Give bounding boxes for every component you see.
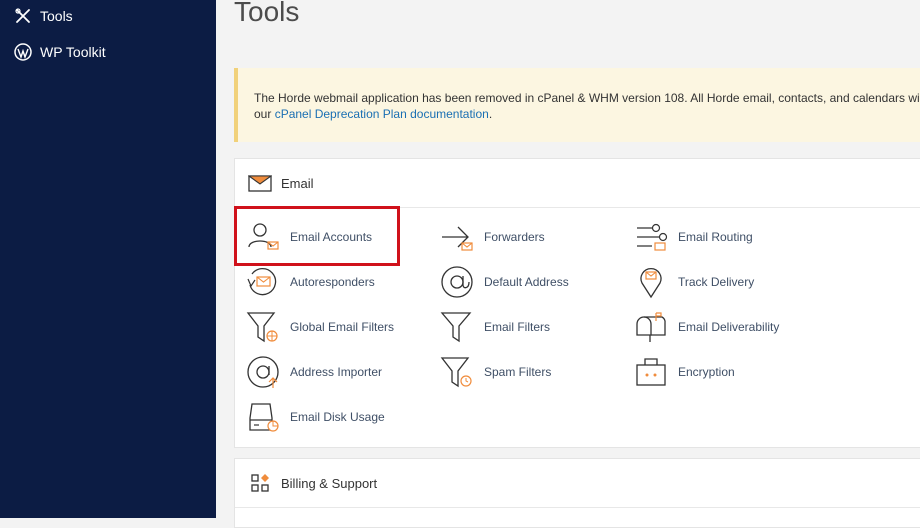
tool-default-address[interactable]: Default Address xyxy=(440,265,569,299)
forwarders-icon xyxy=(440,220,474,254)
mailbox-icon xyxy=(634,310,668,344)
sidebar-item-label: WP Toolkit xyxy=(40,44,106,60)
tool-label: Email Disk Usage xyxy=(290,410,385,424)
global-filter-icon xyxy=(246,310,280,344)
tool-forwarders[interactable]: Forwarders xyxy=(440,220,545,254)
notice-suffix: . xyxy=(488,107,493,121)
sidebar-item-tools[interactable]: Tools xyxy=(14,7,73,25)
deprecation-notice: The Horde webmail application has been r… xyxy=(234,68,920,142)
tool-label: Encryption xyxy=(678,365,735,379)
tool-label: Spam Filters xyxy=(484,365,552,379)
default-address-icon xyxy=(440,265,474,299)
billing-section-header[interactable]: Billing & Support xyxy=(235,459,920,508)
tools-icon xyxy=(14,7,32,25)
tool-autoresponders[interactable]: Autoresponders xyxy=(246,265,375,299)
billing-section-title: Billing & Support xyxy=(281,475,378,491)
sidebar-item-label: Tools xyxy=(40,8,73,24)
tool-track-delivery[interactable]: Track Delivery xyxy=(634,265,754,299)
spam-filter-icon xyxy=(440,355,474,389)
tool-email-filters[interactable]: Email Filters xyxy=(440,310,550,344)
tool-label: Address Importer xyxy=(290,365,383,379)
email-section-header[interactable]: Email xyxy=(235,159,920,208)
tool-label: Default Address xyxy=(484,275,569,289)
email-routing-icon xyxy=(634,220,668,254)
deprecation-plan-link[interactable]: cPanel Deprecation Plan documentation xyxy=(275,107,489,121)
page-title: Tools xyxy=(234,0,300,27)
track-delivery-icon xyxy=(634,265,668,299)
notice-text: The Horde webmail application has been r… xyxy=(254,91,920,105)
email-accounts-highlight xyxy=(234,206,400,266)
envelope-icon xyxy=(247,173,273,193)
encryption-icon xyxy=(634,355,668,389)
sidebar: Tools WP Toolkit xyxy=(0,0,216,518)
tool-label: Email Deliverability xyxy=(678,320,780,334)
disk-usage-icon xyxy=(246,400,280,434)
address-importer-icon xyxy=(246,355,280,389)
wordpress-icon xyxy=(14,43,32,61)
tool-label: Forwarders xyxy=(484,230,545,244)
notice-line-2-prefix: our xyxy=(254,107,275,121)
tool-label: Track Delivery xyxy=(678,275,755,289)
tool-email-routing[interactable]: Email Routing xyxy=(634,220,753,254)
autoresponders-icon xyxy=(246,265,280,299)
tool-label: Email Routing xyxy=(678,230,753,244)
tool-address-importer[interactable]: Address Importer xyxy=(246,355,382,389)
filter-icon xyxy=(440,310,474,344)
tool-email-disk-usage[interactable]: Email Disk Usage xyxy=(246,400,385,434)
notice-line-2: our cPanel Deprecation Plan documentatio… xyxy=(254,106,920,122)
tool-encryption[interactable]: Encryption xyxy=(634,355,735,389)
email-section-title: Email xyxy=(281,175,314,191)
billing-support-icon xyxy=(247,473,273,493)
tool-label: Autoresponders xyxy=(290,275,375,289)
tool-global-email-filters[interactable]: Global Email Filters xyxy=(246,310,394,344)
tool-label: Email Filters xyxy=(484,320,551,334)
tool-label: Global Email Filters xyxy=(290,320,395,334)
tool-email-deliverability[interactable]: Email Deliverability xyxy=(634,310,779,344)
tool-spam-filters[interactable]: Spam Filters xyxy=(440,355,551,389)
sidebar-item-wp-toolkit[interactable]: WP Toolkit xyxy=(14,43,106,61)
